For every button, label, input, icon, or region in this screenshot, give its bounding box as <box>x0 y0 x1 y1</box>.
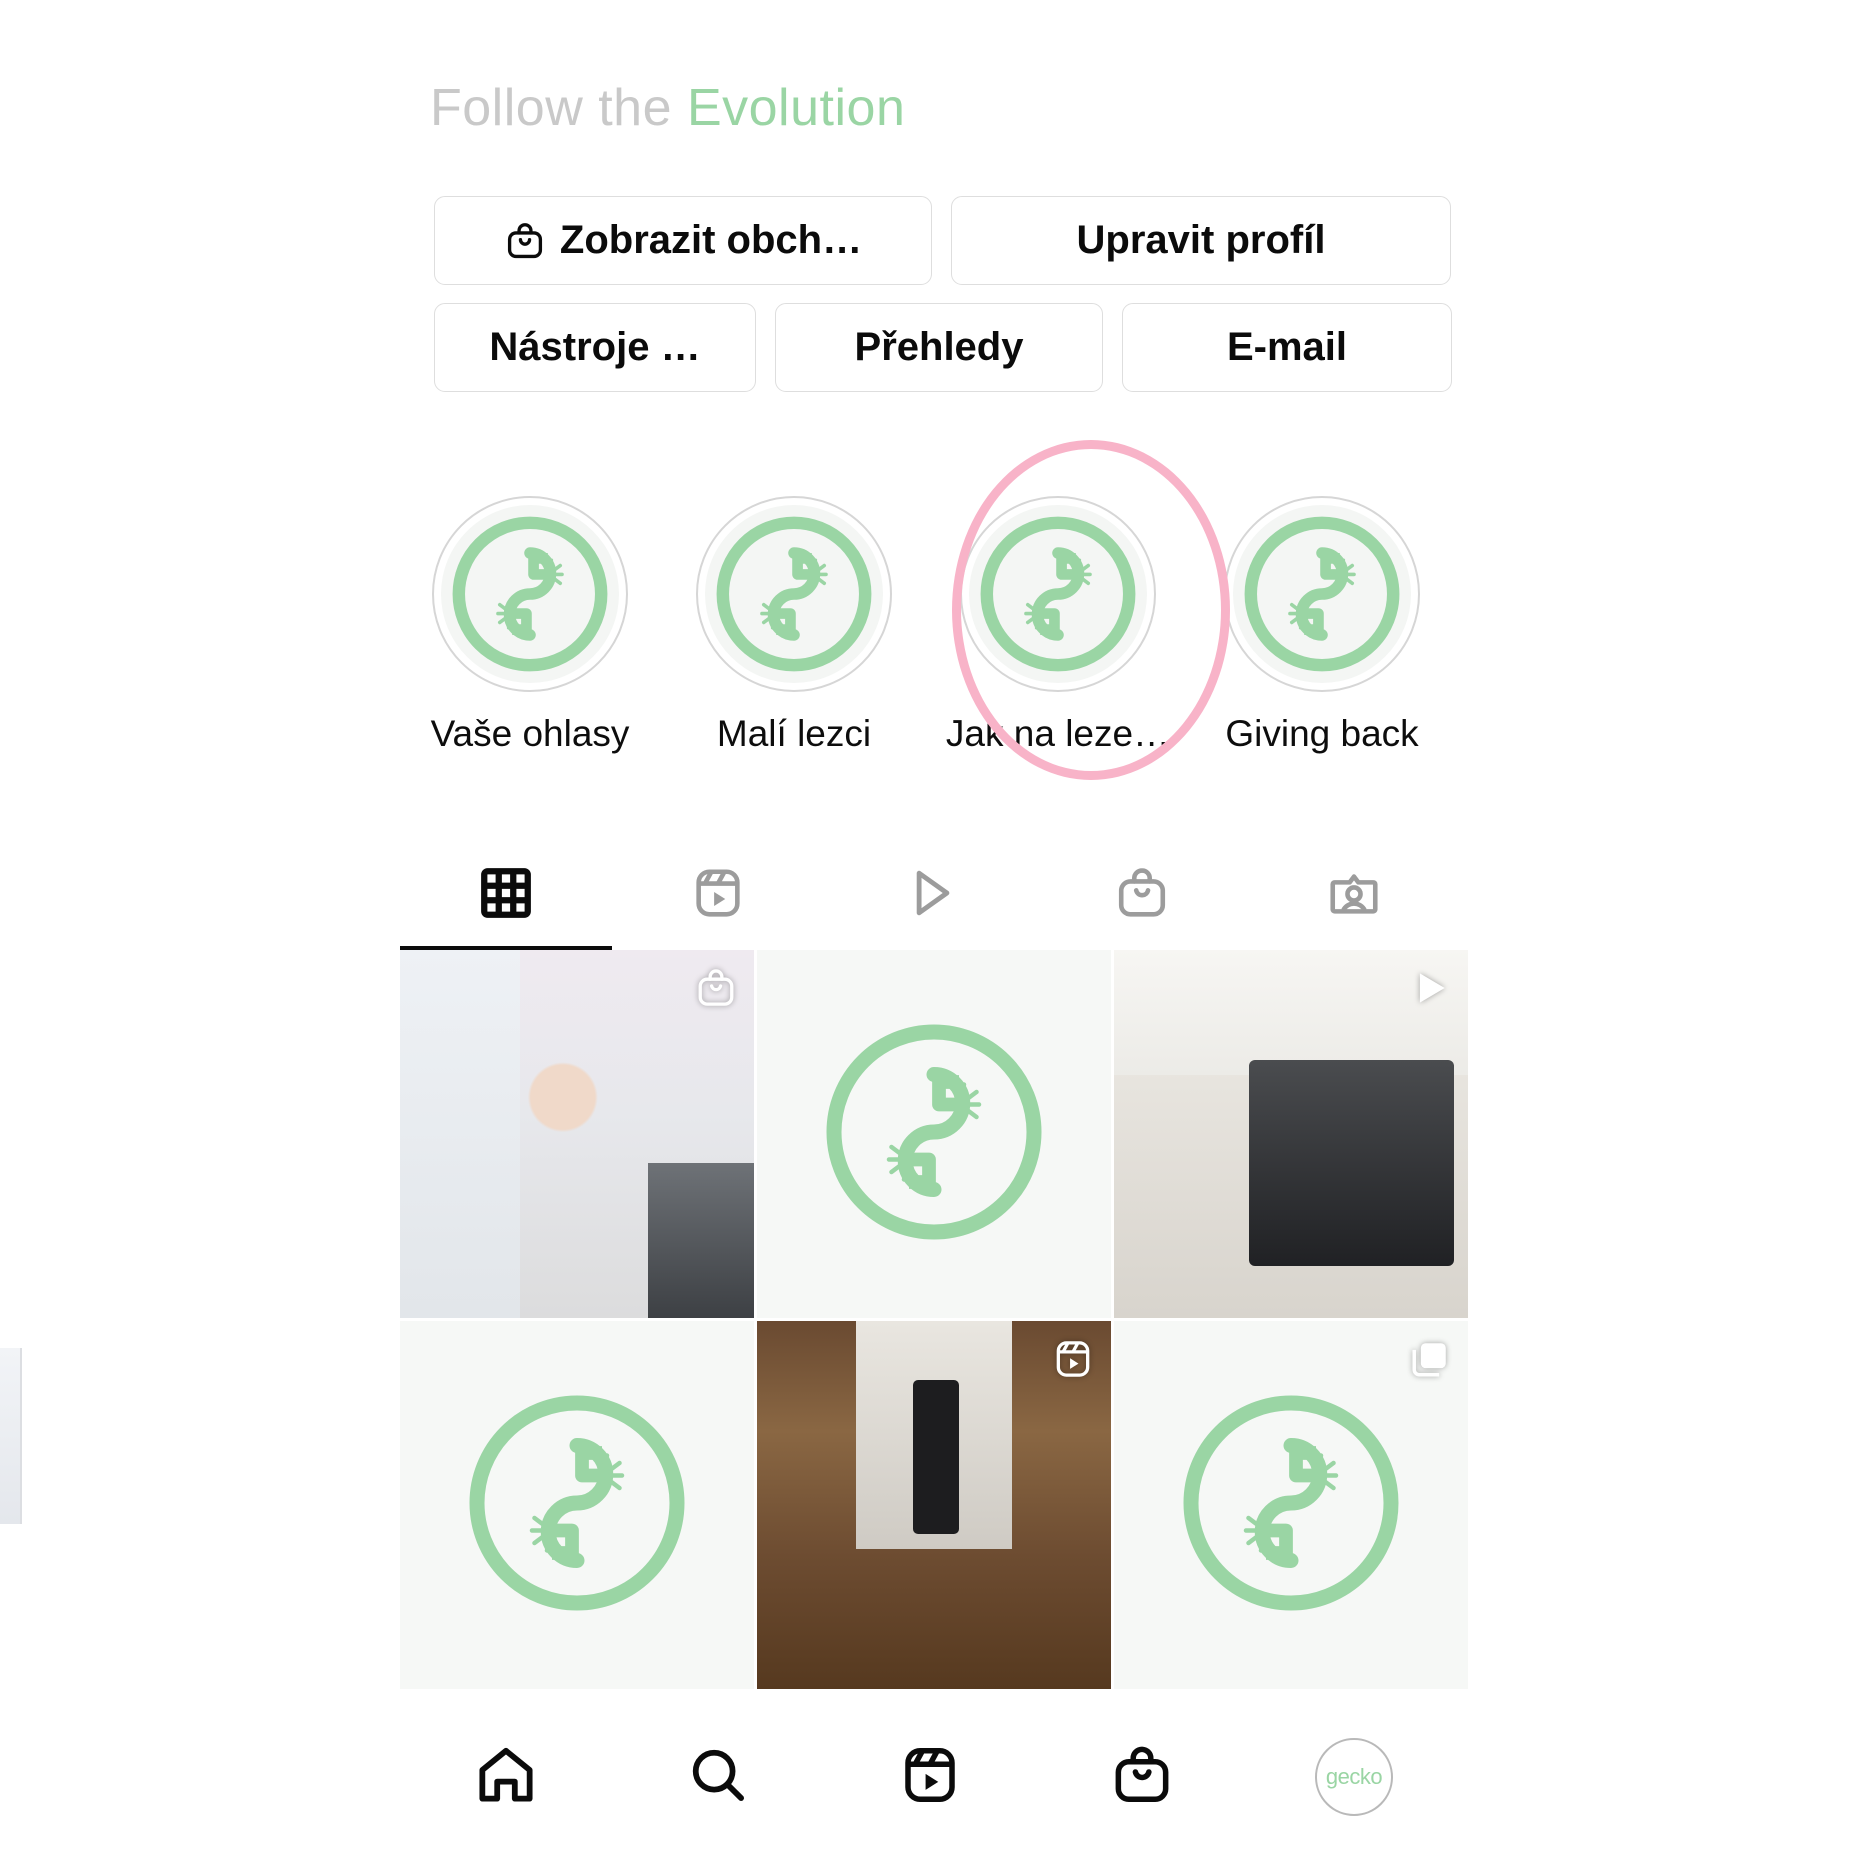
highlight-ring <box>960 496 1156 692</box>
gecko-logo-icon <box>969 505 1147 683</box>
grid-icon <box>477 864 535 922</box>
avatar-label: gecko <box>1325 1764 1383 1789</box>
highlight-jak-na-lezeni[interactable]: Jak na leze… <box>926 496 1190 755</box>
gecko-logo-icon <box>1166 1378 1416 1633</box>
post-cell[interactable] <box>757 1321 1111 1689</box>
highlight-vase-ohlasy[interactable]: Vaše ohlasy <box>398 496 662 755</box>
highlight-label: Giving back <box>1225 713 1419 754</box>
nav-profile[interactable]: gecko <box>1248 1722 1460 1832</box>
tab-tagged[interactable] <box>1248 840 1460 950</box>
post-grid <box>400 950 1468 1689</box>
action-row-1: Zobrazit obch… Upravit profíl <box>434 196 1454 285</box>
story-highlights: Vaše ohlasy Malí lezci Jak na leze… Givi… <box>398 496 1454 755</box>
instagram-profile-screen: Follow the Evolution Zobrazit obch… Upra… <box>0 0 1860 1860</box>
nav-home[interactable] <box>400 1722 612 1832</box>
bio-accent-text: Evolution <box>686 79 906 137</box>
gecko-logo-icon <box>809 1007 1059 1262</box>
tools-button[interactable]: Nástroje … <box>434 303 756 392</box>
nav-shop[interactable] <box>1036 1722 1248 1832</box>
tab-video[interactable] <box>824 840 1036 950</box>
view-shop-button[interactable]: Zobrazit obch… <box>434 196 932 285</box>
nav-search[interactable] <box>612 1722 824 1832</box>
reels-badge-icon <box>1051 1337 1095 1381</box>
post-cell[interactable] <box>1114 1321 1468 1689</box>
email-button[interactable]: E-mail <box>1122 303 1452 392</box>
shop-tag-icon <box>694 966 738 1010</box>
video-icon <box>901 864 959 922</box>
insights-button[interactable]: Přehledy <box>775 303 1103 392</box>
avatar: gecko <box>1315 1738 1393 1816</box>
action-row-2: Nástroje … Přehledy E-mail <box>434 303 1454 392</box>
highlight-ring <box>1224 496 1420 692</box>
reels-icon <box>689 864 747 922</box>
tab-grid[interactable] <box>400 840 612 950</box>
highlight-label: Vaše ohlasy <box>430 713 630 754</box>
nav-reels[interactable] <box>824 1722 1036 1832</box>
edit-profile-label: Upravit profíl <box>1076 218 1326 262</box>
post-cell[interactable] <box>757 950 1111 1318</box>
gecko-logo-icon <box>1233 505 1411 683</box>
home-icon <box>473 1742 539 1813</box>
highlight-ring <box>696 496 892 692</box>
shop-bag-icon <box>504 219 546 263</box>
post-cell[interactable] <box>1114 950 1468 1318</box>
video-play-icon <box>1408 966 1452 1010</box>
carousel-icon <box>1408 1337 1452 1381</box>
highlight-ring <box>432 496 628 692</box>
shop-icon <box>1109 1742 1175 1813</box>
post-cell[interactable] <box>400 1321 754 1689</box>
search-icon <box>685 1742 751 1813</box>
bio-plain-text: Follow the <box>430 79 672 137</box>
tagged-icon <box>1325 864 1383 922</box>
highlight-label: Jak na leze… <box>945 713 1171 754</box>
highlight-label: Malí lezci <box>716 713 872 754</box>
profile-bio: Follow the Evolution <box>430 78 905 138</box>
tools-label: Nástroje … <box>489 325 701 369</box>
content-tabs <box>400 840 1460 950</box>
edit-profile-button[interactable]: Upravit profíl <box>951 196 1451 285</box>
view-shop-label: Zobrazit obch… <box>559 218 863 262</box>
screen-edge-artifact <box>0 1348 22 1524</box>
tab-reels[interactable] <box>612 840 824 950</box>
highlight-mali-lezci[interactable]: Malí lezci <box>662 496 926 755</box>
reels-icon <box>897 1742 963 1813</box>
shop-icon <box>1113 864 1171 922</box>
post-cell[interactable] <box>400 950 754 1318</box>
insights-label: Přehledy <box>854 325 1024 369</box>
bottom-navigation: gecko <box>400 1722 1460 1832</box>
gecko-logo-icon <box>705 505 883 683</box>
tab-shop[interactable] <box>1036 840 1248 950</box>
gecko-logo-icon <box>441 505 619 683</box>
gecko-logo-icon <box>452 1378 702 1633</box>
highlight-giving-back[interactable]: Giving back <box>1190 496 1454 755</box>
email-label: E-mail <box>1226 325 1348 369</box>
profile-action-buttons: Zobrazit obch… Upravit profíl Nástroje …… <box>434 196 1454 410</box>
